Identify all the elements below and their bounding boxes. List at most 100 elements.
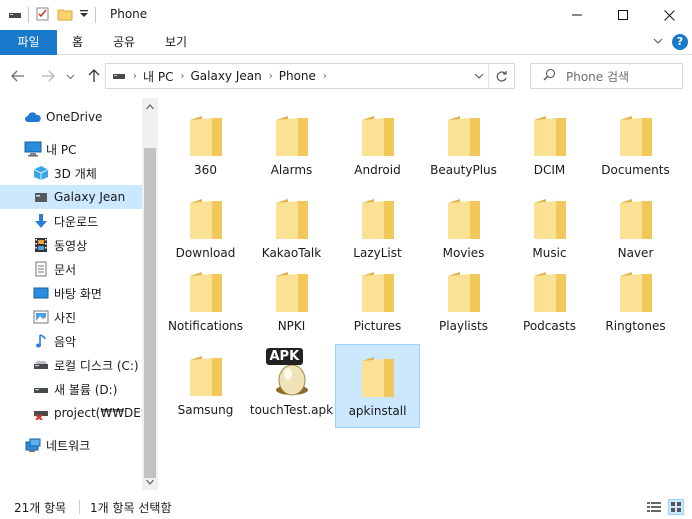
large-icons-view-button[interactable] <box>668 499 684 515</box>
sidebar-item-onedrive[interactable]: OneDrive <box>0 105 142 129</box>
properties-checklist-icon[interactable] <box>35 6 51 25</box>
sidebar-item-pictures[interactable]: 사진 <box>0 305 142 329</box>
folder-item[interactable]: Samsung <box>163 344 248 428</box>
file-name: apkinstall <box>348 404 407 418</box>
title-bar: Phone <box>0 0 692 30</box>
sidebar-item-3d-objects[interactable]: 3D 개체 <box>0 161 142 185</box>
video-film-icon <box>32 236 50 254</box>
folder-item[interactable]: Download <box>163 188 248 260</box>
customize-toolbar-dropdown-icon[interactable] <box>79 8 89 22</box>
minimize-icon <box>572 14 582 16</box>
folder-item[interactable]: Notifications <box>163 260 248 344</box>
file-item-apk[interactable]: APK touchTest.apk <box>249 344 334 428</box>
sidebar-item-this-pc[interactable]: 내 PC <box>0 137 142 161</box>
folder-icon <box>354 110 402 158</box>
address-bar[interactable]: › 내 PC › Galaxy Jean › Phone › <box>105 63 515 89</box>
folder-item[interactable]: Pictures <box>335 260 420 344</box>
folder-item[interactable]: Playlists <box>421 260 506 344</box>
expand-ribbon-chevron-icon[interactable] <box>652 35 664 50</box>
sidebar-item-videos[interactable]: 동영상 <box>0 233 142 257</box>
folder-icon <box>612 266 660 314</box>
file-name: Music <box>532 246 567 260</box>
folder-icon <box>268 194 316 241</box>
folder-item[interactable]: Podcasts <box>507 260 592 344</box>
file-name: Alarms <box>270 163 313 177</box>
folder-item[interactable]: 360 <box>163 104 248 188</box>
tab-file[interactable]: 파일 <box>0 30 57 55</box>
sidebar-scrollbar[interactable] <box>142 98 158 490</box>
folder-item[interactable]: Movies <box>421 188 506 260</box>
forward-button[interactable] <box>38 66 58 86</box>
file-name: KakaoTalk <box>261 246 322 260</box>
sidebar-item-documents[interactable]: 문서 <box>0 257 142 281</box>
tab-home[interactable]: 홈 <box>60 30 95 55</box>
sidebar-item-desktop[interactable]: 바탕 화면 <box>0 281 142 305</box>
drive-icon <box>32 380 50 398</box>
drive-icon <box>112 69 126 84</box>
chevron-down-icon <box>474 73 484 79</box>
scroll-up-button[interactable] <box>142 98 158 115</box>
scroll-down-button[interactable] <box>142 473 158 490</box>
breadcrumb-chevron-icon[interactable]: › <box>269 71 273 82</box>
breadcrumb-this-pc[interactable]: 내 PC <box>143 68 173 85</box>
folder-item[interactable]: apkinstall <box>335 344 420 428</box>
folder-item[interactable]: BeautyPlus <box>421 104 506 188</box>
sidebar-item-downloads[interactable]: 다운로드 <box>0 209 142 233</box>
drive-icon <box>32 356 50 374</box>
tab-view[interactable]: 보기 <box>155 30 197 55</box>
up-button[interactable] <box>84 66 104 86</box>
folder-item[interactable]: Documents <box>593 104 678 188</box>
sidebar-item-music[interactable]: 음악 <box>0 329 142 353</box>
drive-icon[interactable] <box>8 7 22 24</box>
refresh-button[interactable] <box>488 64 514 88</box>
desktop-icon <box>32 284 50 302</box>
breadcrumb-chevron-icon[interactable]: › <box>323 71 327 82</box>
back-button[interactable] <box>8 66 28 86</box>
file-name: DCIM <box>533 163 566 177</box>
sidebar-item-new-volume-d[interactable]: 새 볼륨 (D:) <box>0 377 142 401</box>
folder-item[interactable]: Naver <box>593 188 678 260</box>
sidebar-item-network-drive-project[interactable]: project(₩₩DESK <box>0 401 142 425</box>
folder-item[interactable]: Ringtones <box>593 260 678 344</box>
sidebar-item-galaxy-jean[interactable]: Galaxy Jean <box>0 185 142 209</box>
cloud-icon <box>24 108 42 126</box>
refresh-icon <box>496 70 507 82</box>
folder-item[interactable]: LazyList <box>335 188 420 260</box>
folder-icon <box>612 110 660 158</box>
breadcrumb-phone[interactable]: Phone <box>279 69 316 83</box>
chevron-down-icon <box>146 479 154 485</box>
folder-item[interactable]: Music <box>507 188 592 260</box>
scroll-thumb[interactable] <box>144 148 156 478</box>
recent-locations-button[interactable] <box>63 66 77 86</box>
folder-item[interactable]: DCIM <box>507 104 592 188</box>
breadcrumb-galaxy-jean[interactable]: Galaxy Jean <box>190 69 261 83</box>
details-view-button[interactable] <box>646 499 662 515</box>
sidebar-item-local-disk-c[interactable]: 로컬 디스크 (C:) <box>0 353 142 377</box>
minimize-button[interactable] <box>554 0 600 30</box>
sidebar-item-network[interactable]: 네트워크 <box>0 433 142 457</box>
details-view-icon <box>647 502 661 512</box>
close-button[interactable] <box>646 0 692 30</box>
breadcrumb-chevron-icon[interactable]: › <box>180 71 184 82</box>
folder-item[interactable]: KakaoTalk <box>249 188 334 260</box>
folder-item[interactable]: Android <box>335 104 420 188</box>
network-icon <box>24 436 42 454</box>
new-folder-icon[interactable] <box>57 6 73 25</box>
breadcrumb-chevron-icon[interactable]: › <box>133 71 137 82</box>
search-input[interactable]: Phone 검색 <box>566 68 629 85</box>
tab-share[interactable]: 공유 <box>103 30 145 55</box>
selection-count: 1개 항목 선택함 <box>90 501 172 515</box>
search-box[interactable]: Phone 검색 <box>530 63 683 89</box>
close-icon <box>663 9 675 21</box>
folder-icon <box>354 351 402 399</box>
folder-icon <box>268 110 316 158</box>
folder-item[interactable]: NPKI <box>249 260 334 344</box>
file-name: Samsung <box>177 403 234 417</box>
maximize-button[interactable] <box>600 0 646 30</box>
folder-icon <box>354 194 402 241</box>
download-arrow-icon <box>32 212 50 230</box>
help-icon[interactable]: ? <box>672 34 688 50</box>
folder-item[interactable]: Alarms <box>249 104 334 188</box>
forward-arrow-icon <box>42 70 55 82</box>
address-history-dropdown[interactable] <box>474 70 486 82</box>
